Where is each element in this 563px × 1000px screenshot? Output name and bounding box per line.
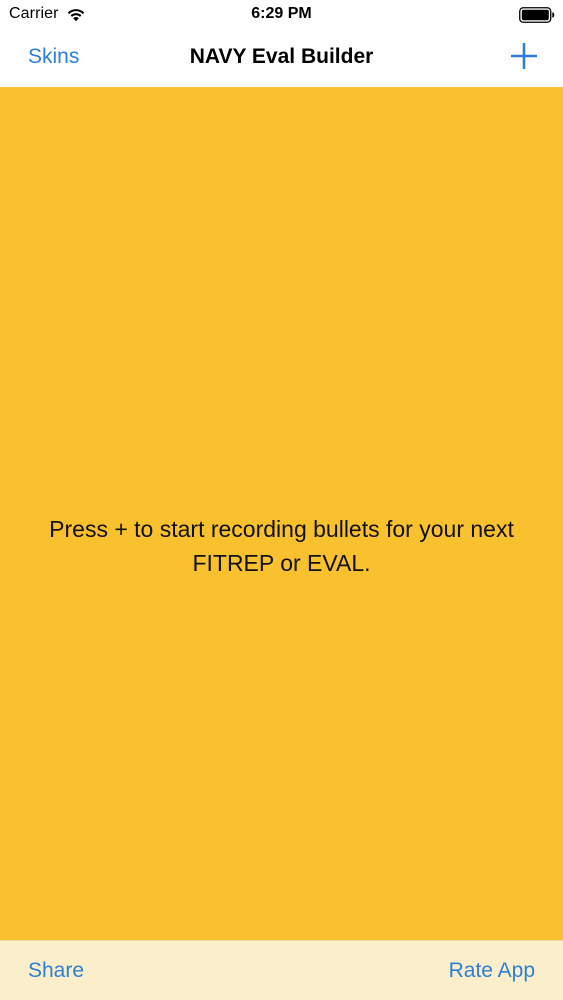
- page-title: NAVY Eval Builder: [189, 45, 374, 68]
- status-bar: Carrier 6:29 PM: [0, 0, 563, 30]
- share-button[interactable]: Share: [28, 959, 84, 983]
- app-screen: Carrier 6:29 PM Skins NAVY Eval Builder …: [0, 0, 563, 1000]
- empty-state-message: Press + to start recording bullets for y…: [49, 516, 514, 576]
- navigation-bar: Skins NAVY Eval Builder: [0, 30, 563, 87]
- bottom-toolbar: Share Rate App: [0, 940, 563, 1000]
- main-content: Press + to start recording bullets for y…: [0, 87, 563, 940]
- rate-app-button[interactable]: Rate App: [449, 959, 535, 983]
- status-time: 6:29 PM: [251, 5, 312, 22]
- plus-icon[interactable]: [511, 43, 537, 69]
- battery-icon: [519, 7, 555, 23]
